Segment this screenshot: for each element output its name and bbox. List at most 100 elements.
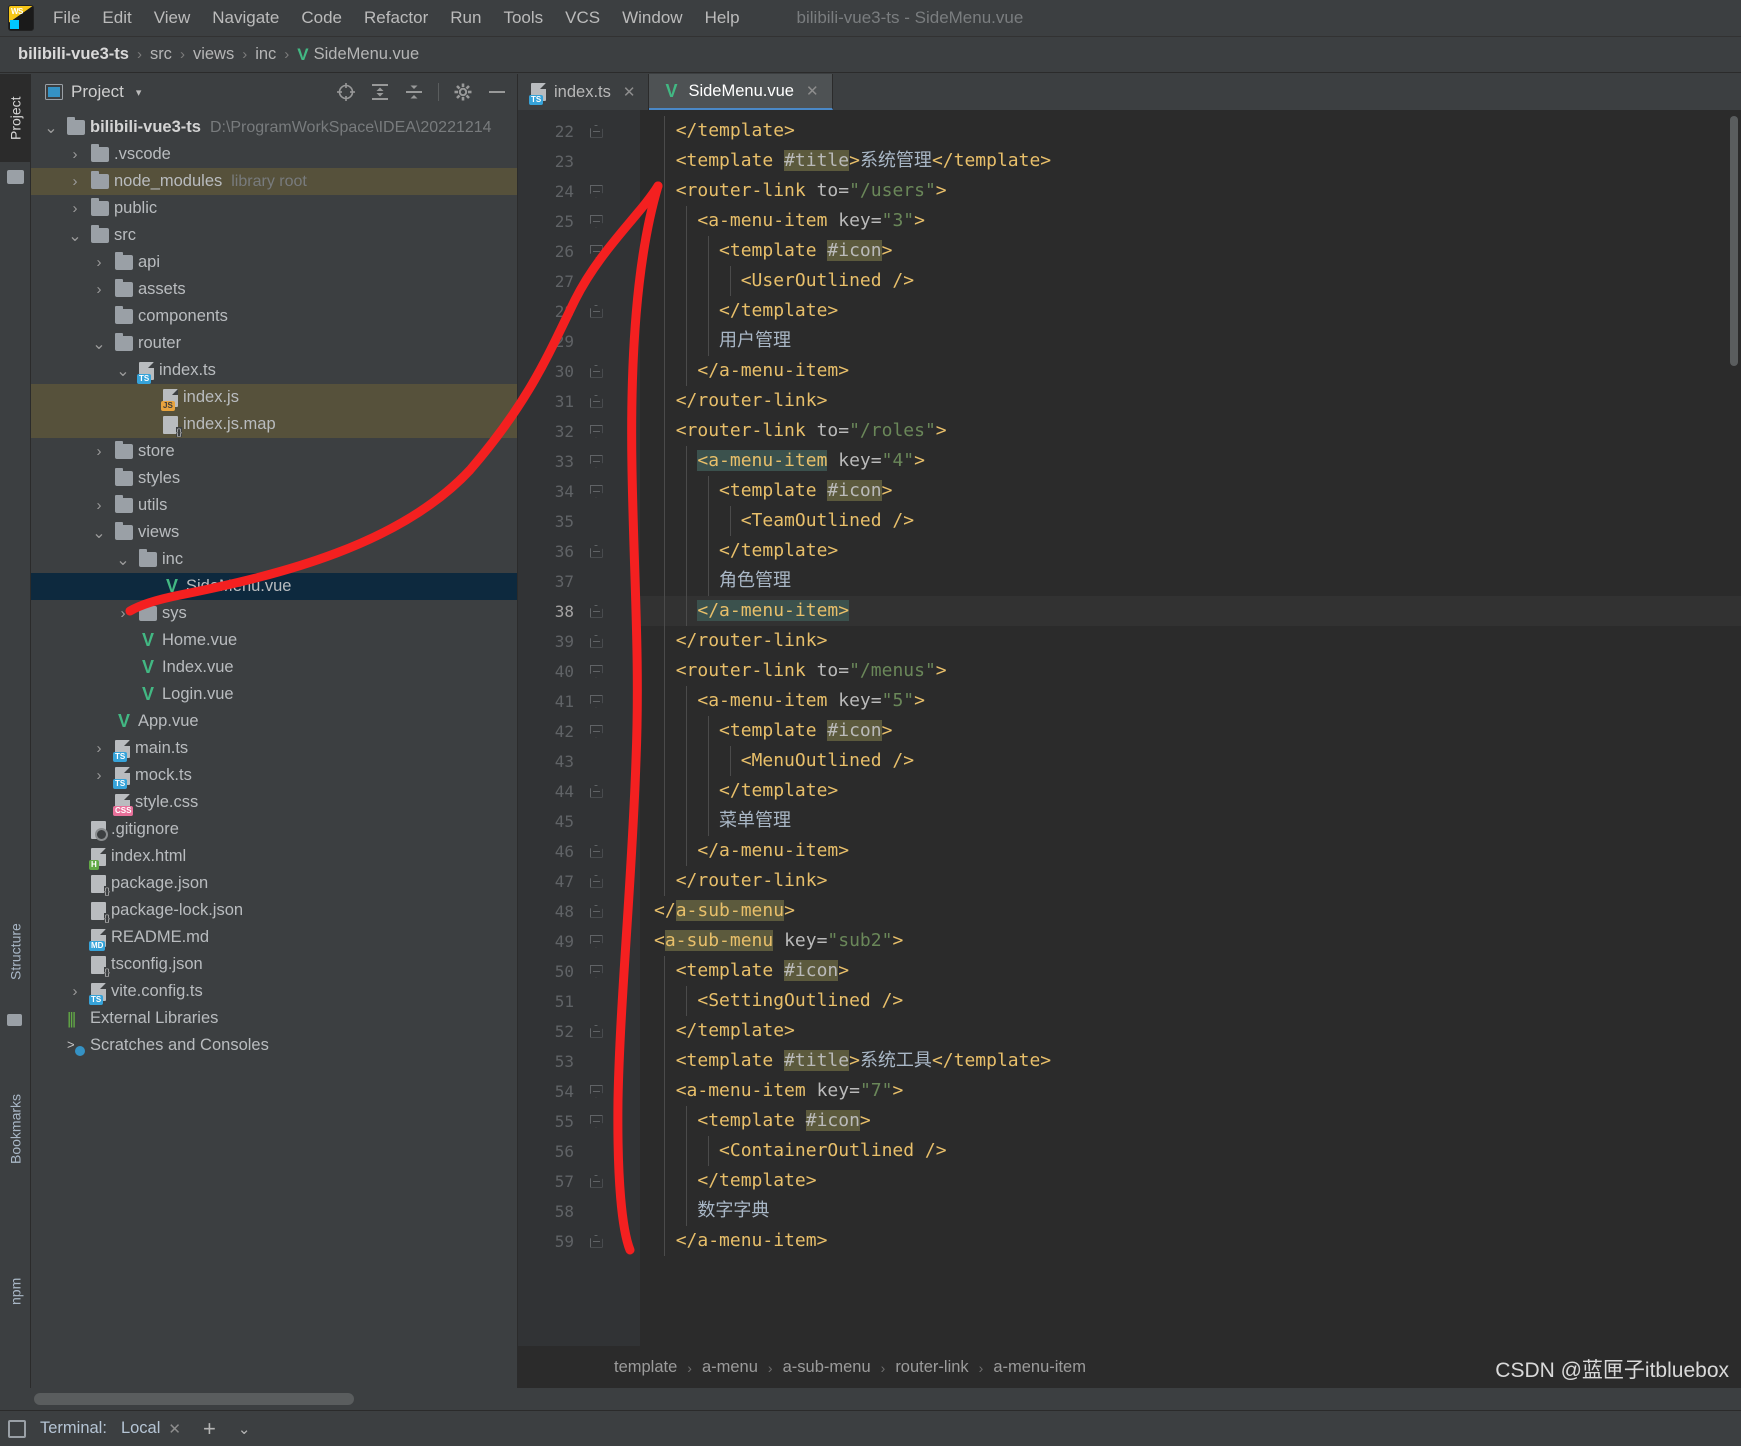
fold-marker[interactable] [582, 245, 610, 258]
menu-help[interactable]: Help [694, 5, 751, 31]
tree-item[interactable]: ›Hindex.html [31, 843, 517, 870]
tree-item[interactable]: ›VIndex.vue [31, 654, 517, 681]
fold-marker[interactable] [582, 305, 610, 318]
code-line[interactable]: <router-link to="/menus"> [640, 656, 1741, 686]
fold-marker[interactable] [582, 455, 610, 468]
fold-marker[interactable] [582, 1115, 610, 1128]
menu-edit[interactable]: Edit [91, 5, 142, 31]
code-line[interactable]: <template #icon> [640, 236, 1741, 266]
code-line[interactable]: </a-menu-item> [640, 836, 1741, 866]
fold-marker[interactable] [582, 1235, 610, 1248]
tree-item[interactable]: ›VApp.vue [31, 708, 517, 735]
chevron-right-icon[interactable]: › [91, 767, 107, 784]
fold-marker[interactable] [582, 1175, 610, 1188]
tree-item[interactable]: ›MDREADME.md [31, 924, 517, 951]
code-line[interactable]: </template> [640, 536, 1741, 566]
tree-item[interactable]: ›TSvite.config.ts [31, 978, 517, 1005]
chevron-right-icon[interactable]: › [67, 146, 83, 163]
code-line[interactable]: <a-menu-item key="7"> [640, 1076, 1741, 1106]
tool-window-button-npm[interactable]: npm [0, 1264, 31, 1318]
tree-item[interactable]: ›assets [31, 276, 517, 303]
locate-target-icon[interactable] [336, 82, 356, 102]
navbar-crumb-project[interactable]: bilibili-vue3-ts [18, 45, 129, 64]
code-line[interactable]: <a-menu-item key="3"> [640, 206, 1741, 236]
terminal-session-local[interactable]: Local [121, 1419, 160, 1438]
code-line[interactable]: <UserOutlined /> [640, 266, 1741, 296]
code-line[interactable]: </a-sub-menu> [640, 896, 1741, 926]
menu-view[interactable]: View [143, 5, 202, 31]
tree-item[interactable]: ⌄TSindex.ts [31, 357, 517, 384]
menu-file[interactable]: File [42, 5, 91, 31]
add-terminal-icon[interactable]: + [203, 1416, 216, 1442]
fold-marker[interactable] [582, 185, 610, 198]
code-line[interactable]: <template #icon> [640, 956, 1741, 986]
breadcrumb-router-link[interactable]: router-link [895, 1358, 968, 1377]
menu-navigate[interactable]: Navigate [201, 5, 290, 31]
code-line[interactable]: <router-link to="/users"> [640, 176, 1741, 206]
code-line[interactable]: </router-link> [640, 386, 1741, 416]
fold-marker[interactable] [582, 725, 610, 738]
tree-item[interactable]: ›VHome.vue [31, 627, 517, 654]
editor-gutter[interactable]: 2223242526272829303132333435363738394041… [518, 110, 640, 1346]
chevron-right-icon[interactable]: › [91, 443, 107, 460]
tree-item[interactable]: ⌄bilibili-vue3-tsD:\ProgramWorkSpace\IDE… [31, 114, 517, 141]
breadcrumb-a-menu-item[interactable]: a-menu-item [993, 1358, 1086, 1377]
fold-marker[interactable] [582, 425, 610, 438]
navbar-crumb-src[interactable]: src [150, 45, 172, 64]
code-text-area[interactable]: </template> <template #title>系统管理</templ… [640, 110, 1741, 1346]
close-icon[interactable]: ✕ [168, 1420, 181, 1438]
navbar-crumb-file[interactable]: SideMenu.vue [314, 45, 420, 64]
fold-marker[interactable] [582, 935, 610, 948]
tree-item[interactable]: ⌄views [31, 519, 517, 546]
tree-item[interactable]: ›store [31, 438, 517, 465]
menu-vcs[interactable]: VCS [554, 5, 611, 31]
chevron-down-icon[interactable]: ▾ [136, 86, 142, 99]
fold-marker[interactable] [582, 545, 610, 558]
tool-window-button-bookmarks[interactable]: Bookmarks [0, 1074, 31, 1184]
tree-item[interactable]: ›node_moduleslibrary root [31, 168, 517, 195]
fold-marker[interactable] [582, 485, 610, 498]
fold-marker[interactable] [582, 1085, 610, 1098]
code-line[interactable]: </a-menu-item> [640, 356, 1741, 386]
chevron-right-icon[interactable]: › [115, 605, 131, 622]
tree-item[interactable]: ›sys [31, 600, 517, 627]
fold-marker[interactable] [582, 125, 610, 138]
horizontal-scrollbar[interactable] [34, 1393, 354, 1405]
navbar-crumb-views[interactable]: views [193, 45, 234, 64]
code-line[interactable]: <router-link to="/roles"> [640, 416, 1741, 446]
fold-marker[interactable] [582, 635, 610, 648]
code-line[interactable]: <a-menu-item key="5"> [640, 686, 1741, 716]
tool-window-button-structure[interactable]: Structure [0, 904, 31, 1000]
code-line[interactable]: <template #icon> [640, 716, 1741, 746]
code-line[interactable]: 用户管理 [640, 326, 1741, 356]
tree-item[interactable]: ›VLogin.vue [31, 681, 517, 708]
code-line[interactable]: <ContainerOutlined /> [640, 1136, 1741, 1166]
chevron-down-icon[interactable]: ⌄ [67, 226, 83, 246]
chevron-right-icon[interactable]: › [67, 173, 83, 190]
fold-marker[interactable] [582, 665, 610, 678]
tree-item[interactable]: ›|||External Libraries [31, 1005, 517, 1032]
code-line[interactable]: 数字字典 [640, 1196, 1741, 1226]
code-line[interactable]: </template> [640, 1166, 1741, 1196]
tree-item[interactable]: ›VSideMenu.vue [31, 573, 517, 600]
code-line[interactable]: </a-menu-item> [640, 1226, 1741, 1256]
tree-item[interactable]: ›package-lock.json [31, 897, 517, 924]
gear-icon[interactable] [453, 82, 473, 102]
fold-marker[interactable] [582, 905, 610, 918]
fold-marker[interactable] [582, 875, 610, 888]
collapse-all-icon[interactable] [404, 82, 424, 102]
terminal-icon[interactable] [8, 1420, 26, 1438]
chevron-down-icon[interactable]: ⌄ [238, 1420, 251, 1438]
tree-item[interactable]: ›components [31, 303, 517, 330]
code-line[interactable]: </router-link> [640, 626, 1741, 656]
editor-tab-sidemenu-vue[interactable]: VSideMenu.vue✕ [649, 74, 832, 110]
minimize-icon[interactable] [487, 82, 507, 102]
code-line[interactable]: <MenuOutlined /> [640, 746, 1741, 776]
code-line[interactable]: <template #icon> [640, 476, 1741, 506]
code-line[interactable]: </router-link> [640, 866, 1741, 896]
tree-item[interactable]: ›tsconfig.json [31, 951, 517, 978]
code-line[interactable]: 菜单管理 [640, 806, 1741, 836]
close-icon[interactable]: ✕ [806, 82, 819, 100]
tool-window-button-project[interactable]: Project [0, 74, 31, 162]
tree-item[interactable]: ›JSindex.js [31, 384, 517, 411]
